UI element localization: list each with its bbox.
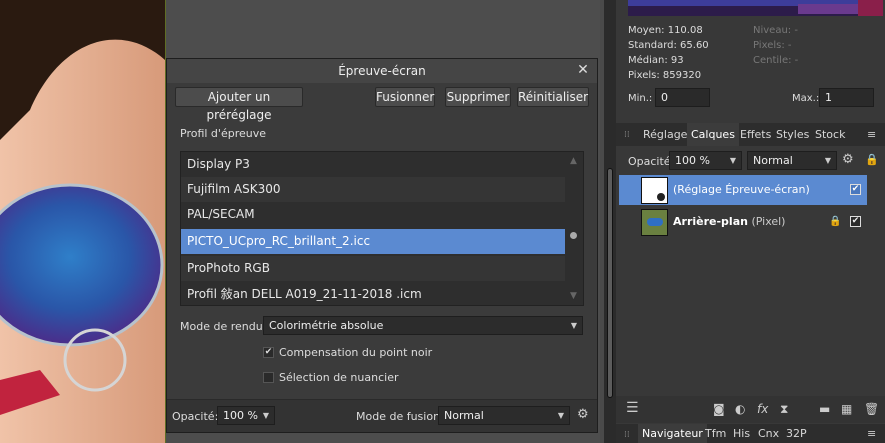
blend-mode-select[interactable]: Normal ▼ <box>438 406 570 425</box>
chevron-down-icon: ▼ <box>729 156 736 165</box>
min-label: Min.: <box>628 93 653 104</box>
layer-row-background[interactable]: Arrière-plan (Pixel) 🔒 ✔ <box>619 207 867 237</box>
adjustment-icon[interactable]: ◐ <box>735 403 745 415</box>
stat-percentile: Centile: - <box>753 55 799 66</box>
opacity-value: 100 % <box>223 409 258 422</box>
tab-reglage[interactable]: Réglage <box>643 123 687 146</box>
stat-median: Médian: 93 <box>628 55 684 66</box>
dialog-footer: Opacité: 100 % ▼ Mode de fusion: Normal … <box>167 399 597 432</box>
fx-icon[interactable]: fx <box>757 403 768 415</box>
opacity-label: Opacité: <box>172 410 219 423</box>
chevron-down-icon: ▼ <box>557 411 564 420</box>
render-mode-value: Colorimétrie absolue <box>269 319 384 332</box>
gear-icon[interactable]: ⚙ <box>577 408 589 421</box>
blend-mode-value: Normal <box>444 409 484 422</box>
swatch-label: Sélection de nuancier <box>279 371 399 384</box>
layers-opacity-label: Opacité: <box>628 155 675 168</box>
profile-list[interactable]: Display P3 Fujifilm ASK300 PAL/SECAM PIC… <box>180 151 584 306</box>
tab-tfm[interactable]: Tfm <box>705 424 726 443</box>
stat-std: Standard: 65.60 <box>628 40 709 51</box>
tab-cnx[interactable]: Cnx <box>758 424 779 443</box>
layers-stack-icon[interactable]: ☰ <box>626 401 639 415</box>
stat-level: Niveau: - <box>753 25 798 36</box>
tab-styles[interactable]: Styles <box>776 123 809 146</box>
add-preset-button[interactable]: Ajouter un préréglage <box>175 87 303 122</box>
layer-visibility-checkbox[interactable]: ✔ <box>850 216 861 227</box>
chevron-down-icon: ▼ <box>824 156 831 165</box>
layer-row-proof[interactable]: (Réglage Épreuve-écran) ✔ <box>619 175 867 205</box>
folder-icon[interactable]: ▬ <box>819 403 830 415</box>
scroll-down-icon[interactable]: ▼ <box>570 290 577 302</box>
stat-mean: Moyen: 110.08 <box>628 25 703 36</box>
black-point-label: Compensation du point noir <box>279 346 433 359</box>
grip-icon[interactable]: ⁞⁞ <box>624 429 630 441</box>
list-item[interactable]: Display P3 <box>181 152 566 177</box>
stat-pixels: Pixels: 859320 <box>628 70 702 81</box>
grip-icon[interactable]: ⁞⁞ <box>624 129 630 141</box>
black-point-checkbox[interactable]: ✔ <box>263 347 274 358</box>
layer-name: (Réglage Épreuve-écran) <box>673 183 810 196</box>
proof-profile-label: Profil d'épreuve <box>180 127 266 140</box>
tab-calques[interactable]: Calques <box>687 123 739 146</box>
layer-visibility-checkbox[interactable]: ✔ <box>850 184 861 195</box>
opacity-select[interactable]: 100 % ▼ <box>217 406 275 425</box>
chevron-down-icon: ▼ <box>262 411 269 420</box>
histogram-graph <box>628 0 883 16</box>
list-item[interactable]: Profil 敍an DELL A019_21-11-2018 .icm <box>181 282 566 305</box>
render-mode-select[interactable]: Colorimétrie absolue ▼ <box>263 316 583 335</box>
blend-mode-label: Mode de fusion: <box>356 410 444 423</box>
stat-pixels-dim: Pixels: - <box>753 40 792 51</box>
close-icon[interactable]: ✕ <box>575 62 591 78</box>
trash-icon[interactable]: 🗑 <box>864 403 879 415</box>
delete-button[interactable]: Supprimer <box>445 87 511 107</box>
layers-blend-value: Normal <box>753 154 793 167</box>
tab-32p[interactable]: 32P <box>786 424 807 443</box>
swatch-checkbox[interactable] <box>263 372 274 383</box>
min-input[interactable]: 0 <box>655 88 710 107</box>
chevron-down-icon: ▼ <box>570 321 577 330</box>
list-item-selected[interactable]: PICTO_UCpro_RC_brillant_2.icc <box>181 229 566 254</box>
layer-name: Arrière-plan <box>673 215 748 228</box>
soft-proof-dialog: Épreuve-écran ✕ Ajouter un préréglage Fu… <box>166 58 598 433</box>
layer-thumbnail <box>641 209 668 236</box>
render-mode-label: Mode de rendu: <box>180 320 267 333</box>
tab-his[interactable]: His <box>733 424 750 443</box>
layer-type: (Pixel) <box>747 215 786 228</box>
tab-navigateur[interactable]: Navigateur <box>638 424 707 443</box>
tab-effets[interactable]: Effets <box>740 123 771 146</box>
lock-icon[interactable]: 🔒 <box>829 216 841 228</box>
layer-thumbnail <box>641 177 668 204</box>
layers-opacity-select[interactable]: 100 % ▼ <box>669 151 742 170</box>
layers-bottom-toolbar: ☰ ◙ ◐ fx ⧗ ▬ ▦ 🗑 <box>616 396 885 423</box>
adjustment-icon <box>657 193 665 201</box>
panel-menu-icon[interactable]: ≡ <box>867 428 876 440</box>
layers-opacity-value: 100 % <box>675 154 710 167</box>
mask-icon[interactable]: ◙ <box>713 403 725 415</box>
list-item[interactable]: ProPhoto RGB <box>181 256 566 281</box>
list-scrollbar[interactable]: ▲ ▼ <box>565 152 583 305</box>
scroll-up-icon[interactable]: ▲ <box>570 155 577 167</box>
tab-stock[interactable]: Stock <box>815 123 845 146</box>
list-item[interactable]: Fujifilm ASK300 <box>181 177 566 202</box>
max-input[interactable]: 1 <box>819 88 874 107</box>
scroll-thumb[interactable] <box>570 232 577 239</box>
photo-thumb-detail <box>647 218 663 226</box>
app-window: Épreuve-écran ✕ Ajouter un préréglage Fu… <box>0 0 885 443</box>
panel-menu-icon[interactable]: ≡ <box>867 129 876 141</box>
lock-icon[interactable]: 🔒 <box>865 154 879 166</box>
max-label: Max.: <box>792 93 820 104</box>
layers-blend-select[interactable]: Normal ▼ <box>747 151 837 170</box>
list-item[interactable]: PAL/SECAM <box>181 202 566 227</box>
checker-icon[interactable]: ▦ <box>841 403 852 415</box>
merge-button[interactable]: Fusionner <box>375 87 435 107</box>
canvas-scrollbar[interactable] <box>604 0 616 443</box>
live-filter-icon[interactable]: ⧗ <box>780 403 788 415</box>
panel-tabs: ⁞⁞ Réglage Calques Effets Styles Stock ≡ <box>616 123 885 146</box>
dialog-title: Épreuve-écran <box>167 59 597 83</box>
reset-button[interactable]: Réinitialiser <box>517 87 589 107</box>
gear-icon[interactable]: ⚙ <box>842 153 854 166</box>
right-panel: Moyen: 110.08 Standard: 65.60 Médian: 93… <box>616 0 885 443</box>
histogram-panel: Moyen: 110.08 Standard: 65.60 Médian: 93… <box>616 0 885 120</box>
nav-tabs: ⁞⁞ Navigateur Tfm His Cnx 32P ≡ <box>616 424 885 443</box>
